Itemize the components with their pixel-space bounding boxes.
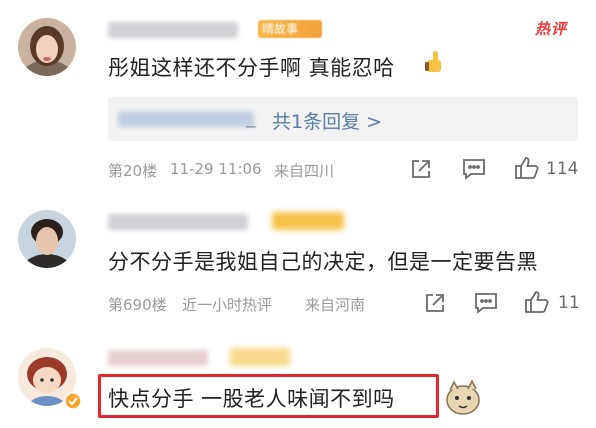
floor-number: 第20楼 (108, 162, 158, 180)
like-count: 11 (558, 293, 580, 313)
like-count: 114 (546, 159, 579, 179)
share-icon[interactable] (410, 158, 432, 180)
username-blurred[interactable] (108, 350, 208, 366)
badge-text: 晴故事 (262, 22, 299, 36)
comment-time: 11-29 11:06 (170, 160, 262, 178)
like-icon[interactable] (514, 156, 540, 180)
reply-prefix: _ (246, 106, 256, 128)
user-avatar[interactable] (18, 210, 76, 268)
comment-time: 近一小时热评 (182, 296, 273, 314)
comment-icon[interactable] (462, 158, 486, 180)
user-badge (230, 348, 290, 366)
username-blurred[interactable] (108, 214, 248, 230)
comment-icon[interactable] (474, 292, 498, 314)
user-badge (272, 212, 344, 230)
verified-badge-icon (64, 392, 82, 410)
comment-text: 彤姐这样还不分手啊 真能忍哈 (108, 56, 395, 80)
view-replies-link[interactable]: 共1条回复 > (272, 107, 382, 134)
user-badge: 晴故事 (258, 20, 322, 38)
floor-number: 第690楼 (108, 296, 167, 314)
user-avatar[interactable] (18, 18, 76, 76)
comment-location: 来自四川 (274, 162, 335, 180)
reply-username-blurred (118, 111, 254, 127)
comment-text: 分不分手是我姐自己的决定，但是一定要告黑 (108, 250, 538, 274)
share-icon[interactable] (424, 292, 446, 314)
sticker-icon (442, 374, 484, 420)
like-icon[interactable] (524, 290, 550, 314)
hot-comment-tag: 热评 (535, 20, 568, 38)
thumbs-up-emoji-icon (424, 48, 446, 74)
comment-text: 快点分手 一股老人味闻不到吗 (108, 387, 395, 411)
comment-location: 来自河南 (305, 296, 366, 314)
username-blurred[interactable] (108, 22, 238, 38)
